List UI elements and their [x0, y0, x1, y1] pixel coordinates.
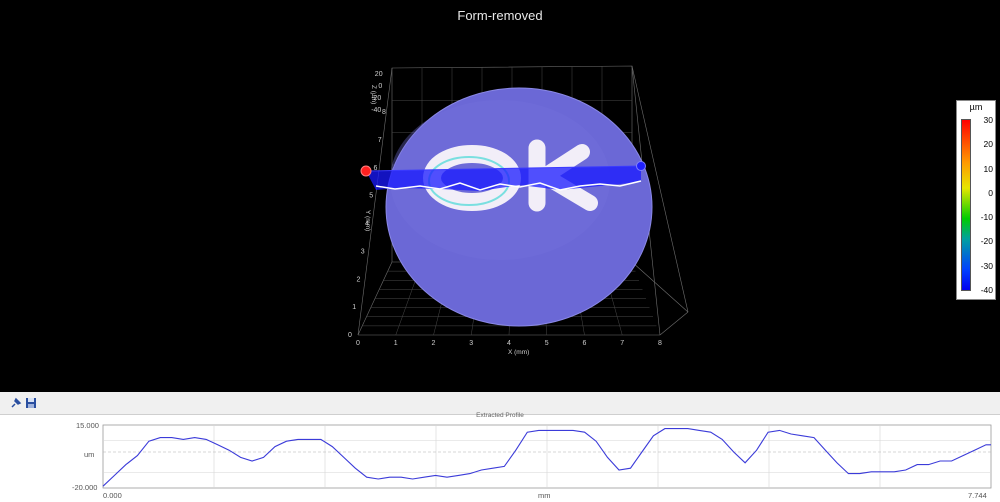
3d-surface-view[interactable]: OK 012345678 012345678 200-20-40 X (mm) …	[0, 0, 1000, 392]
color-scale-bar	[961, 119, 971, 291]
color-scale-tick: 0	[988, 187, 993, 198]
x-axis-label: mm	[538, 491, 551, 500]
x-tick-label: 6	[583, 340, 587, 347]
z-tick-label: 0	[378, 83, 382, 90]
y-tick-label: 8	[382, 109, 386, 116]
color-scale-tick: -40	[980, 285, 993, 295]
color-scale-unit: µm	[969, 102, 983, 112]
profile-panel: Extracted Profile 15.000 um -20.000 0.00…	[0, 392, 1000, 502]
y-tick-bottom: -20.000	[72, 483, 98, 492]
measured-surface	[385, 87, 653, 327]
color-scale-tick: 10	[983, 163, 993, 174]
color-scale-tick: -20	[980, 236, 993, 247]
color-scale-tick: -30	[980, 260, 993, 271]
x-tick-label: 0	[356, 340, 360, 347]
x-tick-label: 5	[545, 340, 549, 347]
x-tick-end: 7.744	[968, 491, 987, 500]
y-tick-label: 2	[357, 276, 361, 283]
x-tick-label: 7	[620, 340, 624, 347]
z-tick-label: -40	[371, 107, 381, 114]
y-tick-label: 1	[352, 304, 356, 311]
x-tick-label: 8	[658, 340, 662, 347]
color-scale-tick: -10	[980, 212, 993, 223]
y-tick-label: 5	[369, 193, 373, 200]
3d-viewer-panel[interactable]: Form-removed OK	[0, 0, 1000, 392]
y-tick-label: 6	[374, 165, 378, 172]
y-tick-label: 0	[348, 332, 352, 339]
z-tick-label: 20	[375, 71, 383, 78]
x-axis-label: X (mm)	[508, 349, 529, 356]
x-tick-label: 4	[507, 340, 511, 347]
pin-icon[interactable]	[10, 397, 22, 409]
color-scale-legend: µm 30 20 10 0 -10 -20 -30 -40	[956, 100, 996, 300]
color-scale-tick: 20	[983, 139, 993, 150]
x-tick-label: 3	[469, 340, 473, 347]
x-tick-start: 0.000	[103, 491, 122, 500]
z-axis-label: Z (µm)	[370, 85, 377, 104]
x-tick-label: 2	[432, 340, 436, 347]
y-axis-label: um	[84, 450, 95, 459]
y-tick-label: 7	[378, 137, 382, 144]
y-axis-label: Y (mm)	[364, 210, 371, 231]
x-tick-label: 1	[394, 340, 398, 347]
profile-start-marker[interactable]	[360, 165, 372, 177]
extracted-profile-chart[interactable]	[0, 414, 1000, 502]
profile-end-marker[interactable]	[636, 161, 646, 171]
y-tick-top: 15.000	[76, 421, 99, 430]
y-tick-label: 3	[361, 248, 365, 255]
color-scale-tick: 30	[983, 115, 993, 125]
save-icon[interactable]	[25, 397, 37, 409]
x-axis-ticks: 0 1 2 3 4 5 6 7 8	[356, 340, 662, 347]
